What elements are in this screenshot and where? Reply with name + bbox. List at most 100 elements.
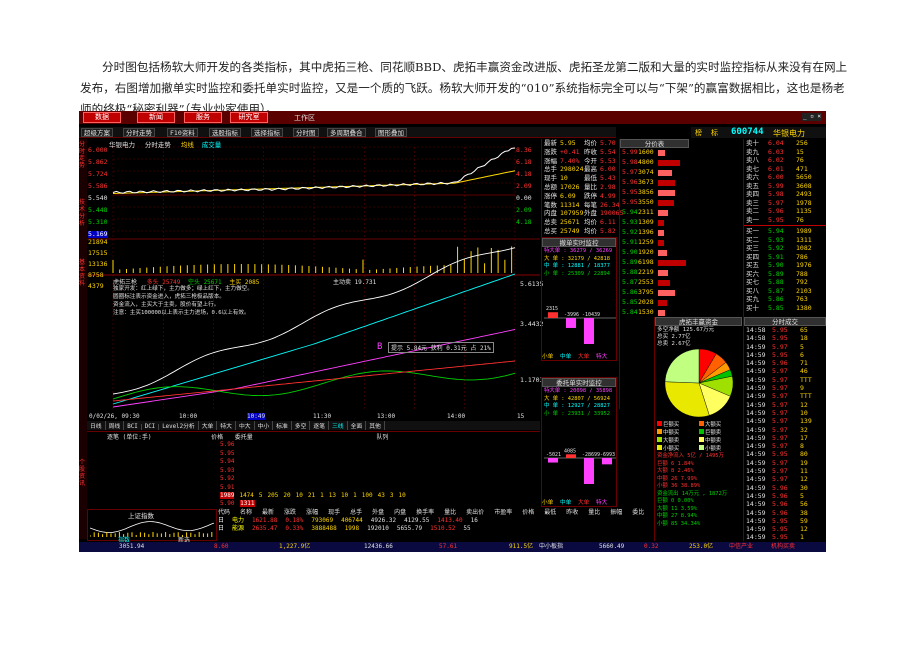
toolbar-item[interactable]: 选择指标 [251, 128, 283, 137]
toolbar-item[interactable]: 图形叠加 [375, 128, 407, 137]
bid-row[interactable]: 买八 5.87 2103 [744, 287, 826, 296]
ask-row[interactable]: 卖二 5.96 1135 [744, 207, 826, 216]
data-button[interactable]: 数据 [83, 112, 121, 123]
bid-row[interactable]: 买三 5.92 1082 [744, 244, 826, 253]
bid-row[interactable]: 买七 5.88 792 [744, 278, 826, 287]
quote-header-cell[interactable]: 价格 [522, 509, 534, 517]
ask-row[interactable]: 卖五 5.99 3608 [744, 182, 826, 191]
toolbar-item[interactable]: 分时图 [293, 128, 319, 137]
quote-header-cell[interactable]: 振幅 [610, 509, 622, 517]
status-link[interactable]: 中信产业 [729, 542, 753, 552]
price-level-row[interactable]: 5.92 1396 [620, 228, 689, 238]
indicator-tab[interactable]: Level2分析 [159, 421, 199, 430]
service-button[interactable]: 服务 [184, 112, 222, 123]
quote-header-cell[interactable]: 最新 [262, 509, 274, 517]
toolbar-item[interactable]: 选股指标 [209, 128, 241, 137]
quote-header-cell[interactable]: 卖出价 [466, 509, 484, 517]
price-level-row[interactable]: 5.94 2311 [620, 208, 689, 218]
quote-header-cell[interactable]: 现手 [328, 509, 340, 517]
indicator-tab[interactable]: 日线 [87, 421, 106, 430]
bid-row[interactable]: 买六 5.89 788 [744, 270, 826, 279]
toolbar-item[interactable]: 超级方案 [81, 128, 113, 137]
bid-row[interactable]: 买九 5.86 763 [744, 295, 826, 304]
ask-row[interactable]: 卖八 6.02 76 [744, 156, 826, 165]
indicator-tab[interactable]: 特大 [217, 421, 236, 430]
indicator-tab[interactable]: 大单 [199, 421, 218, 430]
side-tab[interactable]: 技术分析 [79, 199, 87, 227]
price-level-row[interactable]: 5.85 2028 [620, 298, 689, 308]
chart-mode[interactable]: 分时走势 [145, 141, 171, 149]
news-button[interactable]: 新闻 [137, 112, 175, 123]
bid-row[interactable]: 买二 5.93 1311 [744, 236, 826, 245]
price-level-row[interactable]: 5.95 3550 [620, 198, 689, 208]
price-level-row[interactable]: 5.97 3074 [620, 168, 689, 178]
price-level-row[interactable]: 5.90 1920 [620, 248, 689, 258]
quote-header-cell[interactable]: 市盈率 [494, 509, 512, 517]
quote-header-cell[interactable]: 涨跌 [284, 509, 296, 517]
monitor-bar-label[interactable]: 小单 [542, 352, 560, 360]
monitor-bar-label[interactable]: 大单 [578, 352, 596, 360]
ask-row[interactable]: 卖九 6.03 15 [744, 148, 826, 157]
quote-header-cell[interactable]: 内盘 [394, 509, 406, 517]
price-level-row[interactable]: 5.87 2553 [620, 278, 689, 288]
side-tab[interactable]: 基本资料 [79, 259, 87, 287]
indicator-tab[interactable]: DCI [142, 424, 160, 430]
price-level-row[interactable]: 5.96 3673 [620, 178, 689, 188]
monitor-bar-label[interactable]: 中单 [560, 498, 578, 506]
monitor-bar-label[interactable]: 特大 [596, 352, 614, 360]
bid-row[interactable]: 买十 5.85 1380 [744, 304, 826, 313]
indicator-tab[interactable]: 中大 [236, 421, 255, 430]
side-tab[interactable]: 个股资讯 [79, 459, 87, 487]
tab-mark[interactable]: 标 [711, 128, 718, 138]
quote-header-cell[interactable]: 总手 [350, 509, 362, 517]
bid-row[interactable]: 买四 5.91 786 [744, 253, 826, 262]
quote-header-cell[interactable]: 换手率 [416, 509, 434, 517]
window-controls[interactable]: _ ▫ × [802, 113, 822, 121]
price-level-row[interactable]: 5.95 3856 [620, 188, 689, 198]
tab-rank[interactable]: 榜 [695, 128, 702, 138]
indicator-tab[interactable]: 标准 [273, 421, 292, 430]
monitor-bar-label[interactable]: 大单 [578, 498, 596, 506]
indicator-tab[interactable]: 全面 [348, 421, 367, 430]
indicator-tab[interactable]: 三线 [329, 421, 348, 430]
quote-header-cell[interactable]: 委比 [632, 509, 644, 517]
indicator-tab[interactable]: 中小 [255, 421, 274, 430]
price-level-row[interactable]: 5.88 2219 [620, 268, 689, 278]
monitor-bar-label[interactable]: 中单 [560, 352, 578, 360]
quote-header-cell[interactable]: 外盘 [372, 509, 384, 517]
toolbar-item[interactable]: F10资料 [167, 128, 198, 137]
toolbar-item[interactable]: 分时走势 [123, 128, 155, 137]
monitor-bar-label[interactable]: 小单 [542, 498, 560, 506]
toolbar-item[interactable]: 多周期叠合 [327, 128, 366, 137]
indicator-tab[interactable]: BCI [124, 424, 142, 430]
quote-header-cell[interactable]: 代码 [218, 509, 230, 517]
side-tab[interactable]: 分时走势 [79, 141, 87, 169]
bid-row[interactable]: 买一 5.94 1989 [744, 227, 826, 236]
price-level-row[interactable]: 5.93 1309 [620, 218, 689, 228]
ask-row[interactable]: 卖七 6.01 471 [744, 165, 826, 174]
quote-header-cell[interactable]: 量比 [444, 509, 456, 517]
ask-row[interactable]: 卖六 6.00 5650 [744, 173, 826, 182]
indicator-tab[interactable]: 周线 [106, 421, 125, 430]
chart-tag[interactable]: 成交量 [202, 141, 222, 149]
quote-header-cell[interactable]: 最低 [544, 509, 556, 517]
indicator-tab[interactable]: 多空 [292, 421, 311, 430]
ask-row[interactable]: 卖四 5.98 2493 [744, 190, 826, 199]
research-button[interactable]: 研究室 [230, 112, 268, 123]
quote-header-cell[interactable]: 名称 [240, 509, 252, 517]
price-level-row[interactable]: 5.86 3795 [620, 288, 689, 298]
monitor-bar-label[interactable]: 特大 [596, 498, 614, 506]
ask-row[interactable]: 卖一 5.95 76 [744, 216, 826, 225]
chart-tag[interactable]: 均线 [181, 141, 194, 149]
status-link[interactable]: 机构买卖 [771, 542, 795, 552]
bid-row[interactable]: 买五 5.90 1976 [744, 261, 826, 270]
ask-row[interactable]: 卖十 6.04 256 [744, 139, 826, 148]
quote-header-cell[interactable]: 涨幅 [306, 509, 318, 517]
price-level-row[interactable]: 5.89 6198 [620, 258, 689, 268]
price-level-row[interactable]: 5.99 1600 [620, 148, 689, 158]
price-level-row[interactable]: 5.91 1259 [620, 238, 689, 248]
workspace-label[interactable]: 工作区 [294, 113, 315, 123]
indicator-tab[interactable]: 其他 [366, 421, 385, 430]
price-level-row[interactable]: 5.98 4800 [620, 158, 689, 168]
quote-header-cell[interactable]: 昨收 [566, 509, 578, 517]
